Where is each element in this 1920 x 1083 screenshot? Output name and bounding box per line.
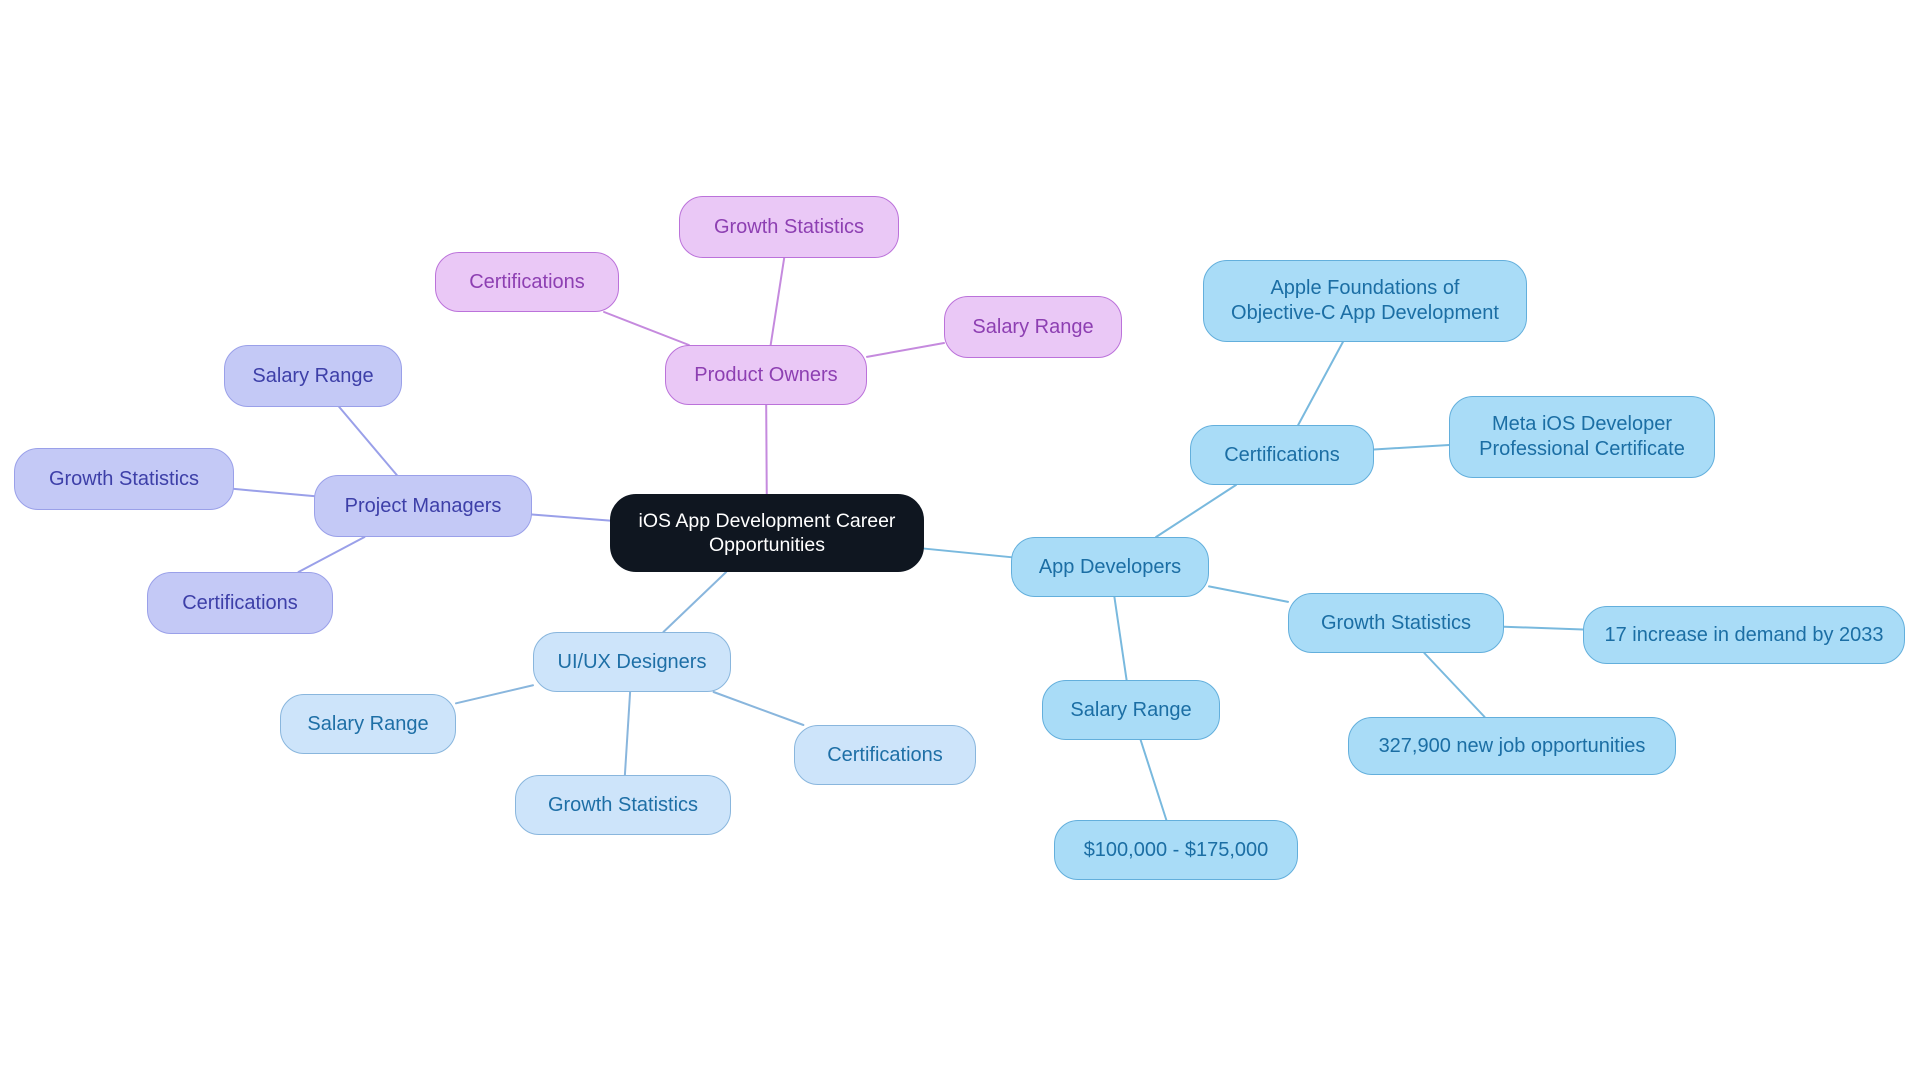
- connector-uiux_designers-to-uiux_salary_range: [455, 684, 534, 705]
- connector-uiux_designers-to-uiux_certifications: [712, 691, 805, 726]
- node-project-managers-certifications[interactable]: Certifications: [147, 572, 333, 634]
- node-product-owners-growth-statistics[interactable]: Growth Statistics: [679, 196, 899, 258]
- node-app-developers-salary-range[interactable]: Salary Range: [1042, 680, 1220, 740]
- connector-root-to-product_owners: [765, 404, 768, 495]
- branch-node-project-managers[interactable]: Project Managers: [314, 475, 532, 537]
- branch-node-product-owners[interactable]: Product Owners: [665, 345, 867, 405]
- connector-app_dev_certifications-to-cert_apple_foundations: [1297, 341, 1344, 426]
- connector-app_dev_certifications-to-cert_meta_ios: [1373, 443, 1450, 451]
- connector-app_developers-to-app_dev_salary_range: [1113, 596, 1128, 681]
- branch-node-app-developers[interactable]: App Developers: [1011, 537, 1209, 597]
- node-app-developers-growth-statistics[interactable]: Growth Statistics: [1288, 593, 1504, 653]
- node-project-managers-growth-statistics[interactable]: Growth Statistics: [14, 448, 234, 510]
- connector-layer: [233, 257, 1584, 821]
- connector-app_dev_salary_range-to-salary_value: [1139, 739, 1168, 821]
- root-node[interactable]: iOS App Development Career Opportunities: [610, 494, 924, 572]
- connector-project_managers-to-project_managers_salary_range: [338, 406, 398, 476]
- connector-root-to-uiux_designers: [662, 571, 728, 633]
- connector-app_dev_growth_statistics-to-growth_new_jobs: [1423, 652, 1486, 718]
- branch-node-uiux-designers[interactable]: UI/UX Designers: [533, 632, 731, 692]
- connector-app_developers-to-app_dev_growth_statistics: [1208, 585, 1289, 603]
- connector-project_managers-to-project_managers_certifications: [297, 536, 366, 573]
- mindmap-canvas: iOS App Development Career Opportunities…: [0, 0, 1920, 1083]
- node-uiux-growth-statistics[interactable]: Growth Statistics: [515, 775, 731, 835]
- node-uiux-certifications[interactable]: Certifications: [794, 725, 976, 785]
- node-demand-increase-2033[interactable]: 17 increase in demand by 2033: [1583, 606, 1905, 664]
- node-product-owners-salary-range[interactable]: Salary Range: [944, 296, 1122, 358]
- node-app-developers-certifications[interactable]: Certifications: [1190, 425, 1374, 485]
- connector-app_dev_growth_statistics-to-growth_demand_increase: [1503, 625, 1584, 631]
- connector-product_owners-to-product_owners_certifications: [603, 311, 690, 346]
- node-meta-ios-certificate[interactable]: Meta iOS Developer Professional Certific…: [1449, 396, 1715, 478]
- node-new-job-opportunities[interactable]: 327,900 new job opportunities: [1348, 717, 1676, 775]
- node-project-managers-salary-range[interactable]: Salary Range: [224, 345, 402, 407]
- connector-product_owners-to-product_owners_salary_range: [866, 342, 945, 358]
- connector-root-to-project_managers: [531, 513, 611, 522]
- node-product-owners-certifications[interactable]: Certifications: [435, 252, 619, 312]
- node-apple-foundations-certificate[interactable]: Apple Foundations of Objective-C App Dev…: [1203, 260, 1527, 342]
- node-uiux-salary-range[interactable]: Salary Range: [280, 694, 456, 754]
- connector-app_developers-to-app_dev_certifications: [1155, 484, 1237, 538]
- connector-project_managers-to-project_managers_growth_statistics: [233, 487, 315, 498]
- connector-uiux_designers-to-uiux_growth_statistics: [623, 691, 632, 776]
- connector-product_owners-to-product_owners_growth_statistics: [769, 257, 786, 346]
- node-app-developers-salary-value[interactable]: $100,000 - $175,000: [1054, 820, 1298, 880]
- connector-root-to-app_developers: [923, 547, 1012, 559]
